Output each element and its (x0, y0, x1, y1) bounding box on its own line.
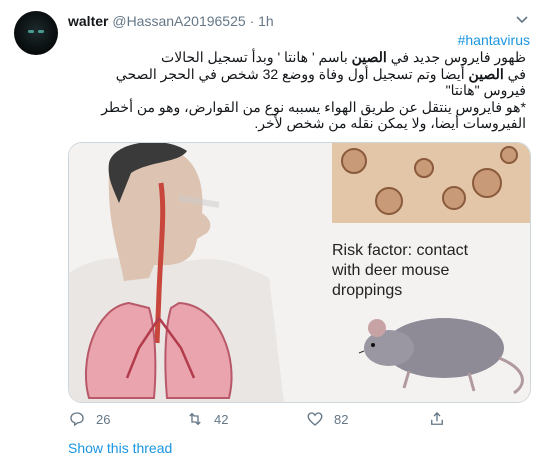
tweet-text-line: فيروس "هانتا" (445, 82, 526, 98)
tweet-image[interactable]: Risk factor: contact with deer mouse dro… (68, 142, 531, 403)
caption-line: droppings (332, 282, 402, 299)
heart-icon (307, 412, 323, 426)
tweet-text-line: ظهور فايروس جديد في الصين باسم ' هانتا '… (161, 49, 526, 65)
reply-button[interactable]: 26 (68, 410, 110, 428)
display-name[interactable]: walter (68, 13, 108, 29)
share-button[interactable] (428, 410, 446, 428)
like-button[interactable]: 82 (306, 410, 348, 428)
reply-count: 26 (96, 411, 111, 427)
retweet-button[interactable]: 42 (186, 410, 228, 428)
tweet-header: walter @HassanA20196525 · 1h (68, 13, 274, 29)
separator: · (249, 13, 255, 29)
retweet-count: 42 (214, 411, 229, 427)
caption-line: Risk factor: contact (332, 242, 469, 259)
tweet-text-line: في الصين أيضا وتم تسجيل أول وفاة ووضع 32… (115, 65, 526, 82)
tweet-text-line: *هو فايروس ينتقل عن طريق الهواء يسببه نو… (101, 98, 526, 115)
share-icon (431, 412, 443, 425)
timestamp[interactable]: 1h (258, 13, 274, 29)
chevron-down-icon[interactable] (514, 11, 530, 27)
like-count: 82 (334, 411, 349, 427)
tweet-text: ظهور فايروس جديد في الصين باسم ' هانتا '… (66, 49, 526, 132)
hashtag-link[interactable]: #hantavirus (458, 32, 530, 48)
avatar[interactable] (14, 11, 58, 55)
show-thread-link[interactable]: Show this thread (68, 440, 172, 456)
retweet-icon (189, 412, 201, 426)
tweet-text-line: الفيروسات أيضا، ولا يمكن نقله من شخص لأخ… (254, 115, 526, 131)
reply-icon (70, 412, 84, 427)
tweet[interactable]: walter @HassanA20196525 · 1h #hantavirus… (0, 0, 544, 461)
caption-line: with deer mouse (331, 262, 449, 279)
tweet-actions: 26 42 82 (68, 410, 468, 428)
user-handle[interactable]: @HassanA20196525 (112, 13, 245, 29)
virus-micrograph (332, 143, 530, 223)
hantavirus-illustration: Risk factor: contact with deer mouse dro… (69, 143, 530, 402)
